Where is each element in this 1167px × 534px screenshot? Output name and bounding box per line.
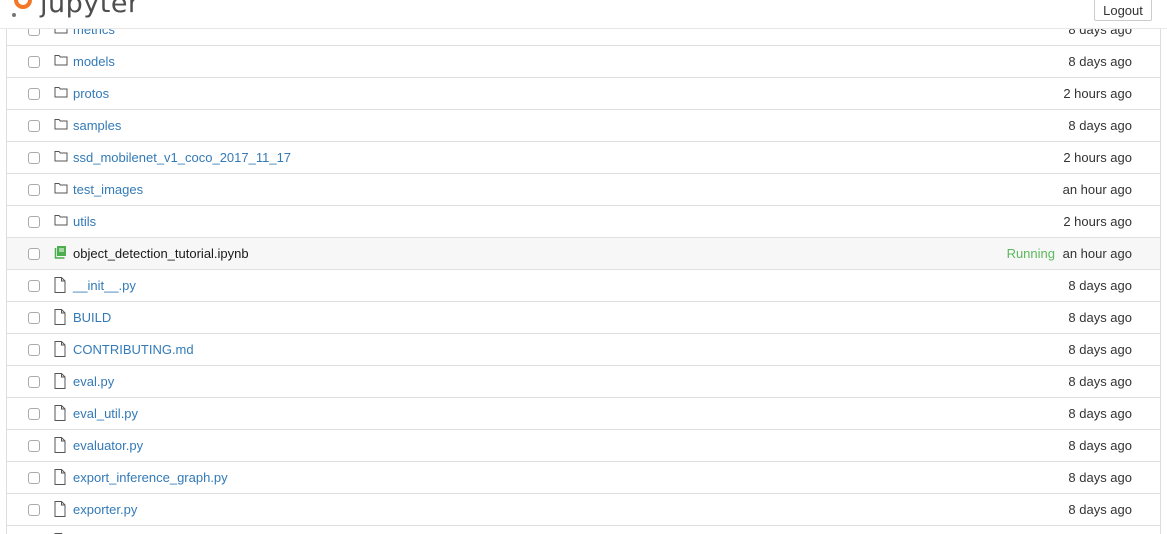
item-link[interactable]: object_detection_tutorial.ipynb bbox=[73, 246, 249, 262]
last-modified: 8 days ago bbox=[1068, 406, 1132, 421]
item-link[interactable]: __init__.py bbox=[73, 278, 136, 294]
file-list-row[interactable]: samples 8 days ago bbox=[7, 109, 1160, 141]
row-checkbox[interactable] bbox=[28, 376, 40, 388]
last-modified: 8 days ago bbox=[1068, 470, 1132, 485]
row-checkbox[interactable] bbox=[28, 152, 40, 164]
last-modified: 2 hours ago bbox=[1063, 214, 1132, 229]
file-list-row[interactable]: models 8 days ago bbox=[7, 45, 1160, 77]
file-list-row[interactable]: BUILD 8 days ago bbox=[7, 301, 1160, 333]
item-link[interactable]: eval.py bbox=[73, 374, 114, 390]
item-link[interactable]: samples bbox=[73, 118, 121, 134]
folder-icon bbox=[54, 117, 68, 133]
file-list-row[interactable]: evaluator.py 8 days ago bbox=[7, 429, 1160, 461]
item-link[interactable]: BUILD bbox=[73, 310, 111, 326]
last-modified: 8 days ago bbox=[1068, 54, 1132, 69]
row-checkbox[interactable] bbox=[28, 504, 40, 516]
item-link[interactable]: evaluator.py bbox=[73, 438, 143, 454]
folder-icon bbox=[54, 85, 68, 101]
row-checkbox[interactable] bbox=[28, 312, 40, 324]
running-status: Running bbox=[1006, 246, 1055, 261]
row-checkbox[interactable] bbox=[28, 184, 40, 196]
file-icon bbox=[54, 309, 68, 325]
last-modified: an hour ago bbox=[1062, 246, 1132, 261]
top-header: jupyter Logout bbox=[0, 0, 1167, 29]
item-link[interactable]: export_inference_graph.py bbox=[73, 470, 228, 486]
file-list-row[interactable]: utils 2 hours ago bbox=[7, 205, 1160, 237]
folder-icon bbox=[54, 149, 68, 165]
file-icon bbox=[54, 405, 68, 421]
file-icon bbox=[54, 437, 68, 453]
file-icon bbox=[54, 277, 68, 293]
file-list-row[interactable]: protos 2 hours ago bbox=[7, 77, 1160, 109]
file-list-row[interactable] bbox=[7, 525, 1160, 534]
row-checkbox[interactable] bbox=[28, 440, 40, 452]
file-list-row[interactable]: exporter.py 8 days ago bbox=[7, 493, 1160, 525]
last-modified: 2 hours ago bbox=[1063, 150, 1132, 165]
row-checkbox[interactable] bbox=[28, 472, 40, 484]
folder-icon bbox=[54, 53, 68, 69]
file-list-row[interactable]: ssd_mobilenet_v1_coco_2017_11_17 2 hours … bbox=[7, 141, 1160, 173]
file-list: metrics 8 days ago models 8 days ago protos 2… bbox=[6, 13, 1161, 534]
file-list-row[interactable]: test_images an hour ago bbox=[7, 173, 1160, 205]
logout-button[interactable]: Logout bbox=[1094, 0, 1152, 21]
item-link[interactable]: ssd_mobilenet_v1_coco_2017_11_17 bbox=[73, 150, 291, 166]
row-checkbox[interactable] bbox=[28, 248, 40, 260]
row-checkbox[interactable] bbox=[28, 88, 40, 100]
row-checkbox[interactable] bbox=[28, 344, 40, 356]
item-link[interactable]: exporter.py bbox=[73, 502, 137, 518]
row-checkbox[interactable] bbox=[28, 120, 40, 132]
item-link[interactable]: test_images bbox=[73, 182, 143, 198]
last-modified: 8 days ago bbox=[1068, 310, 1132, 325]
item-link[interactable]: protos bbox=[73, 86, 109, 102]
last-modified: 8 days ago bbox=[1068, 342, 1132, 357]
item-link[interactable]: utils bbox=[73, 214, 96, 230]
last-modified: an hour ago bbox=[1062, 182, 1132, 197]
last-modified: 8 days ago bbox=[1068, 374, 1132, 389]
file-icon bbox=[54, 501, 68, 517]
last-modified: 8 days ago bbox=[1068, 438, 1132, 453]
row-checkbox[interactable] bbox=[28, 216, 40, 228]
jupyter-logo-icon bbox=[12, 0, 34, 17]
folder-icon bbox=[54, 213, 68, 229]
file-icon bbox=[54, 341, 68, 357]
file-list-row[interactable]: eval.py 8 days ago bbox=[7, 365, 1160, 397]
brand-name: jupyter bbox=[40, 0, 140, 19]
file-list-row[interactable]: export_inference_graph.py 8 days ago bbox=[7, 461, 1160, 493]
jupyter-logo[interactable]: jupyter bbox=[12, 0, 140, 20]
file-icon bbox=[54, 469, 68, 485]
notebook-icon bbox=[54, 245, 68, 261]
last-modified: 2 hours ago bbox=[1063, 86, 1132, 101]
file-list-row[interactable]: object_detection_tutorial.ipynb Running an… bbox=[7, 237, 1160, 269]
item-link[interactable]: eval_util.py bbox=[73, 406, 138, 422]
file-icon bbox=[54, 373, 68, 389]
file-list-row[interactable]: eval_util.py 8 days ago bbox=[7, 397, 1160, 429]
row-checkbox[interactable] bbox=[28, 56, 40, 68]
item-link[interactable]: CONTRIBUTING.md bbox=[73, 342, 194, 358]
file-list-row[interactable]: __init__.py 8 days ago bbox=[7, 269, 1160, 301]
last-modified: 8 days ago bbox=[1068, 278, 1132, 293]
notebook-file-browser: metrics 8 days ago models 8 days ago protos 2… bbox=[0, 0, 1167, 534]
row-checkbox[interactable] bbox=[28, 408, 40, 420]
row-checkbox[interactable] bbox=[28, 280, 40, 292]
file-list-row[interactable]: CONTRIBUTING.md 8 days ago bbox=[7, 333, 1160, 365]
last-modified: 8 days ago bbox=[1068, 118, 1132, 133]
item-link[interactable]: models bbox=[73, 54, 115, 70]
folder-icon bbox=[54, 181, 68, 197]
last-modified: 8 days ago bbox=[1068, 502, 1132, 517]
